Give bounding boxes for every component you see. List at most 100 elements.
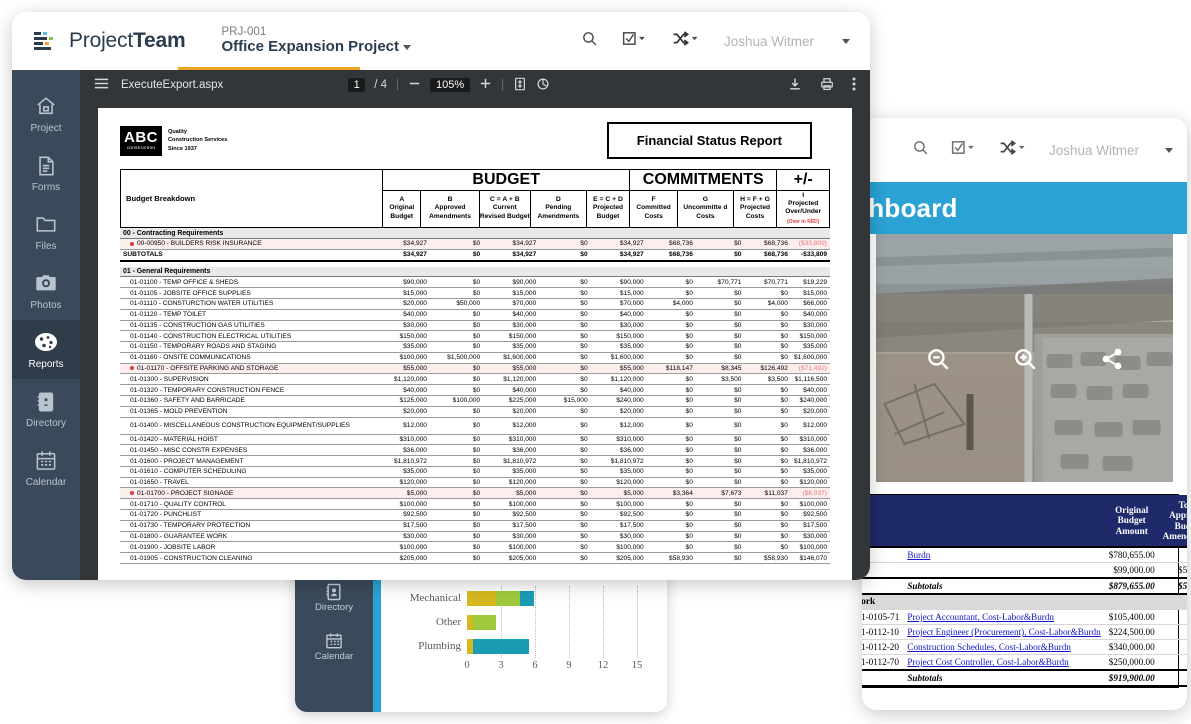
zoom-in-icon[interactable] — [1012, 346, 1038, 377]
cell-amendments: $0.00 — [1158, 669, 1187, 688]
user-menu[interactable]: Joshua Witmer — [1049, 143, 1139, 158]
group-header-commitments: COMMITMENTS — [629, 169, 778, 191]
cell-f: $0 — [646, 520, 696, 532]
table-row: 01-01900 - JOBSITE LABOR $100,000 $0 $100,0… — [120, 541, 830, 554]
cell-b: $0 — [429, 309, 484, 321]
main-sidebar: Project Forms Files Photos Reports Directory C… — [12, 70, 80, 580]
shuffle-dropdown-icon[interactable] — [672, 30, 700, 52]
cell-f: $0 — [646, 417, 696, 435]
app-header: ProjectTeam PRJ-001 Office Expansion Pro… — [12, 12, 870, 70]
chevron-down-icon[interactable] — [1165, 147, 1173, 153]
cell-a: $310,000 — [376, 434, 430, 446]
table-row: 01-01170 - OFFSITE PARKING AND STORAGE $5… — [120, 363, 830, 375]
sidebar-item-reports[interactable]: Reports — [12, 320, 80, 379]
cell-ecd: $40,000 — [590, 384, 647, 396]
brand-logo[interactable]: ProjectTeam — [34, 29, 186, 53]
zoom-level[interactable]: 105% — [430, 78, 471, 92]
chevron-down-icon[interactable] — [842, 38, 850, 44]
section-header-row: 01 - General Requirements — [120, 266, 830, 278]
chevron-down-icon[interactable] — [403, 44, 412, 50]
hamburger-menu-icon[interactable] — [94, 77, 109, 93]
cell-f: $0 — [646, 444, 696, 457]
sidebar-item-calendar[interactable]: Calendar — [315, 631, 353, 662]
print-icon[interactable] — [820, 77, 834, 94]
cell-d: $0 — [539, 384, 591, 396]
report-title: Financial Status Report — [606, 122, 812, 159]
cell-d: $0 — [539, 238, 591, 250]
minus-icon[interactable] — [408, 77, 421, 93]
cost-code-link[interactable]: Burdn — [907, 550, 930, 560]
cell-b: $0 — [429, 287, 484, 299]
cost-code-link[interactable]: Project Engineer (Procurement), Cost-Lab… — [907, 627, 1100, 637]
search-icon[interactable] — [581, 30, 598, 52]
cell-code — [862, 577, 904, 596]
download-icon[interactable] — [788, 77, 802, 94]
alert-dot-icon — [130, 241, 134, 246]
report-viewer: ExecuteExport.aspx 1 / 4 | 105% | ABC co… — [80, 70, 870, 580]
cell-cab: $90,000 — [483, 276, 540, 289]
cell-a: $1,120,000 — [376, 373, 430, 386]
cell-cab: $17,500 — [483, 520, 540, 532]
sidebar-item-directory[interactable]: Directory — [12, 379, 80, 438]
pdf-toolbar: ExecuteExport.aspx 1 / 4 | 105% | — [80, 70, 870, 100]
zoom-out-icon[interactable] — [925, 346, 951, 377]
more-vertical-icon[interactable] — [852, 77, 856, 94]
cell-amendments — [1158, 639, 1187, 656]
sidebar-item-calendar[interactable]: Calendar — [12, 438, 80, 497]
plus-icon[interactable] — [479, 77, 492, 93]
cost-code-link[interactable]: Construction Schedules, Cost-Labor&Burdn — [907, 642, 1071, 652]
row-label: 01-01160 - ONSITE COMMUNICATIONS — [120, 352, 377, 364]
checkbox-dropdown-icon[interactable] — [951, 139, 977, 161]
user-menu[interactable]: Joshua Witmer — [724, 34, 814, 49]
cost-code-link[interactable]: Project Accountant, Cost-Labor&Burdn — [907, 612, 1054, 622]
cell-i: $92,500 — [790, 509, 830, 521]
cell-a: $205,000 — [376, 552, 430, 564]
cost-code-link[interactable]: Project Cost Controller, Cost-Labor&Burd… — [907, 657, 1068, 667]
cell-b: $0 — [429, 498, 484, 511]
cell-hfg: $0 — [744, 541, 791, 554]
shuffle-dropdown-icon[interactable] — [999, 139, 1027, 161]
cell-ecd: $34,927 — [590, 238, 647, 250]
cell-b: $0 — [429, 276, 484, 289]
cell-d: $0 — [539, 498, 591, 511]
cell-f: $0 — [646, 406, 696, 418]
cell-g: $0 — [695, 341, 745, 353]
cell-code — [862, 669, 904, 688]
app-body: Project Forms Files Photos Reports Directory C… — [12, 70, 870, 580]
search-icon[interactable] — [912, 139, 929, 161]
page-number-input[interactable]: 1 — [348, 78, 366, 92]
cell-b: $0 — [429, 330, 484, 343]
report-header: ABC construction Quality Construction Se… — [120, 122, 830, 159]
pdf-filename: ExecuteExport.aspx — [121, 79, 224, 91]
sidebar-item-project[interactable]: Project — [12, 84, 80, 143]
cell-i: $150,000 — [790, 330, 830, 343]
sidebar-item-forms[interactable]: Forms — [12, 143, 80, 202]
cell-b: $0 — [429, 341, 484, 353]
cell-hfg: $0 — [744, 444, 791, 457]
rotate-icon[interactable] — [536, 77, 550, 94]
cell-cab: $35,000 — [483, 341, 540, 353]
cell-hfg: $0 — [744, 434, 791, 446]
table-row: 01-01365 - MOLD PREVENTION $20,000 $0 $20,0… — [120, 406, 830, 418]
cell-g: $7,673 — [695, 487, 745, 500]
subtotal-row: Subtotals$919,900.00$0.00$919,900.00 — [862, 669, 1187, 688]
cell-hfg: $0 — [744, 384, 791, 396]
cell-a: $100,000 — [376, 498, 430, 511]
table-row: 01-01320 - TEMPORARY CONSTRUCTION FENCE $… — [120, 384, 830, 396]
project-selector[interactable]: PRJ-001 Office Expansion Project — [221, 26, 412, 56]
cell-d: $0 — [539, 417, 591, 435]
checkbox-dropdown-icon[interactable] — [622, 30, 648, 52]
cell-i: $17,500 — [790, 520, 830, 532]
sidebar-item-directory[interactable]: Directory — [315, 582, 353, 613]
abc-logo-mark: ABC construction — [120, 125, 162, 156]
chart-row: Plumbing — [381, 634, 667, 658]
sidebar-item-photos[interactable]: Photos — [12, 261, 80, 320]
table-row: 1234-01-0105-71Project Accountant, Cost-… — [862, 609, 1187, 626]
fit-page-icon[interactable] — [513, 77, 527, 94]
company-logo: ABC construction Quality Construction Se… — [120, 125, 227, 156]
share-icon[interactable] — [1100, 347, 1124, 376]
cell-hfg: $0 — [744, 395, 791, 407]
cell-b: $0 — [429, 320, 484, 332]
sidebar-item-files[interactable]: Files — [12, 202, 80, 261]
cell-d: $15,000 — [539, 395, 591, 407]
